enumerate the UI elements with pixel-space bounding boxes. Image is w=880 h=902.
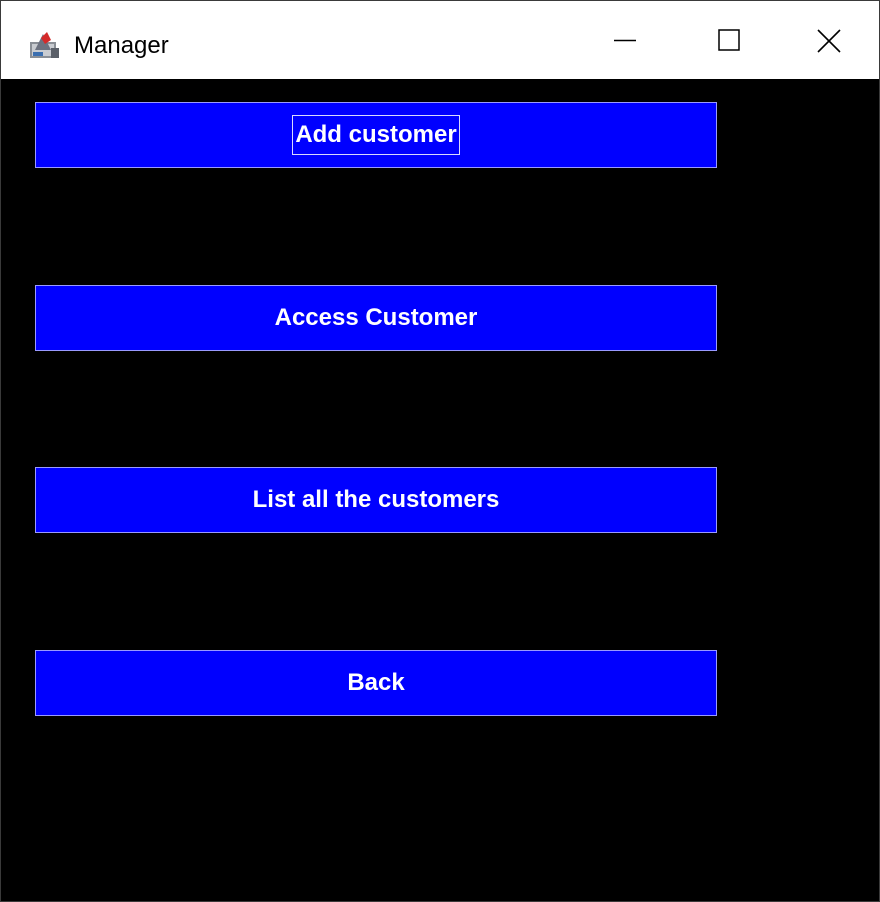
window-title: Manager: [74, 32, 169, 59]
java-app-icon: [29, 28, 61, 60]
access-customer-button[interactable]: Access Customer: [35, 285, 717, 351]
back-button[interactable]: Back: [35, 650, 717, 716]
close-icon: [817, 29, 841, 53]
add-customer-button[interactable]: Add customer: [35, 102, 717, 168]
minimize-button[interactable]: [573, 1, 677, 79]
maximize-button[interactable]: [677, 1, 781, 79]
minimize-icon: [614, 39, 636, 42]
maximize-icon: [718, 29, 740, 51]
list-customers-button[interactable]: List all the customers: [35, 467, 717, 533]
back-label: Back: [347, 669, 405, 696]
manager-window: Manager Add customer Access Customer Lis…: [0, 0, 880, 902]
title-bar[interactable]: Manager: [1, 1, 879, 79]
access-customer-label: Access Customer: [274, 304, 478, 331]
list-customers-label: List all the customers: [252, 486, 500, 513]
add-customer-label: Add customer: [292, 115, 460, 155]
menu-panel: Add customer Access Customer List all th…: [1, 79, 879, 901]
close-button[interactable]: [781, 1, 879, 79]
